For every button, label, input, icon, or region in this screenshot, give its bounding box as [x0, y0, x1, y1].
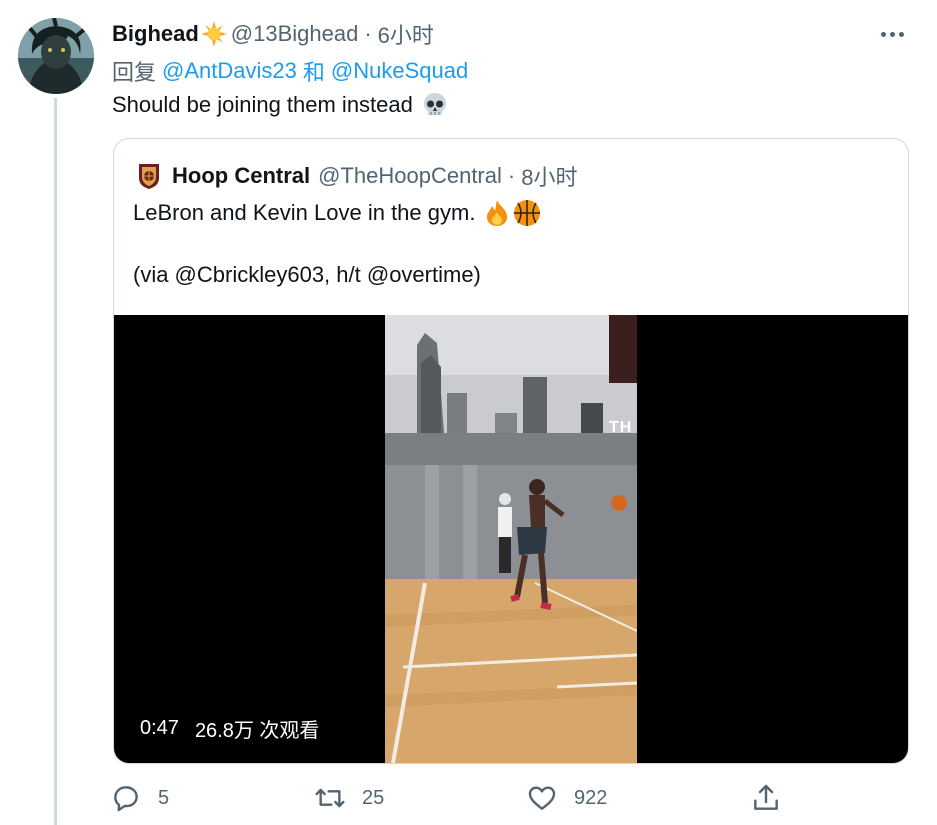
tweet-body: Should be joining them instead: [112, 92, 413, 117]
quote-text: LeBron and Kevin Love in the gym.: [133, 200, 476, 225]
separator-dot: ·: [364, 21, 372, 46]
mention-link[interactable]: @NukeSquad: [331, 58, 468, 84]
reply-button[interactable]: 5: [110, 780, 169, 816]
quoted-tweet[interactable]: Hoop Central @TheHoopCentral · 8小时 LeBro…: [113, 138, 909, 764]
sun-emoji-icon: [200, 21, 227, 47]
quote-text-line: LeBron and Kevin Love in the gym.: [133, 197, 541, 229]
avatar[interactable]: [18, 18, 94, 94]
like-button[interactable]: 922: [526, 780, 607, 816]
video-frame: TH: [385, 315, 637, 763]
share-icon: [754, 784, 778, 810]
share-button[interactable]: [750, 780, 798, 816]
like-count: 922: [574, 786, 608, 809]
action-bar: 5 25 922: [110, 780, 790, 816]
quote-time[interactable]: 8小时: [521, 160, 577, 192]
reply-joiner: 和: [302, 60, 325, 85]
tweet-header: Bighead @13Bighead · 6小时: [112, 18, 434, 50]
hoop-central-logo-icon[interactable]: [138, 162, 160, 190]
retweet-icon: [315, 788, 345, 808]
fire-emoji-icon: [483, 199, 511, 227]
tweet-time[interactable]: 6小时: [378, 18, 434, 50]
heart-icon: [528, 786, 556, 810]
tweet-text: Should be joining them instead: [112, 90, 449, 120]
reply-count: 5: [158, 786, 170, 809]
quote-text-line: (via @Cbrickley603, h/t @overtime): [133, 259, 481, 291]
basketball-emoji-icon: [513, 199, 541, 227]
quote-author-handle[interactable]: @TheHoopCentral: [318, 163, 502, 189]
separator-dot: ·: [507, 163, 516, 188]
quote-header: Hoop Central @TheHoopCentral · 8小时: [138, 159, 577, 193]
video-view-count: 26.8万 次观看: [194, 719, 320, 742]
video-player[interactable]: TH 0:47 26.8万 次观看: [114, 315, 908, 763]
skull-emoji-icon: [421, 91, 449, 119]
reply-context: 回复 @AntDavis23 和 @NukeSquad: [112, 56, 468, 86]
video-watermark: TH: [609, 419, 633, 436]
mention-link[interactable]: @AntDavis23: [162, 58, 297, 84]
reply-icon: [114, 786, 138, 812]
reply-prefix: 回复: [112, 60, 157, 85]
video-duration: 0:47: [140, 716, 179, 739]
quote-author-name[interactable]: Hoop Central: [172, 163, 310, 189]
author-name[interactable]: Bighead: [112, 21, 199, 47]
retweet-count: 25: [362, 786, 385, 809]
quote-credit: (via @Cbrickley603, h/t @overtime): [133, 262, 481, 287]
retweet-button[interactable]: 25: [314, 780, 384, 816]
video-meta: 0:47 26.8万 次观看: [140, 713, 319, 743]
more-options-icon[interactable]: [877, 20, 907, 48]
thread-line: [54, 98, 57, 825]
author-handle[interactable]: @13Bighead: [231, 21, 359, 47]
